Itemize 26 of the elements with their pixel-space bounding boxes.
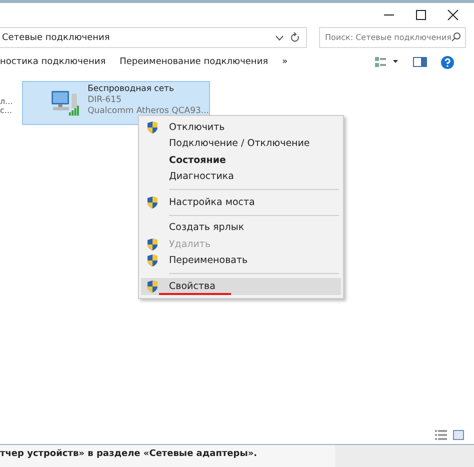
- menu-item[interactable]: Настройка моста: [141, 194, 341, 210]
- connection-label-fragment: л...: [0, 97, 14, 106]
- large-icons-view-icon[interactable]: [453, 430, 464, 440]
- search-icon: [451, 32, 461, 42]
- menu-item[interactable]: Переименовать: [141, 252, 341, 269]
- connection-label-fragment: с...: [0, 106, 14, 115]
- toolbar-command[interactable]: ностика подключения: [0, 57, 106, 67]
- menu-item[interactable]: Подключение / Отключение: [141, 136, 341, 152]
- toolbar-command[interactable]: Переименование подключения: [120, 57, 268, 67]
- adapter-name: Qualcomm Atheros QCA93...: [88, 106, 209, 116]
- preview-pane-icon[interactable]: [413, 57, 427, 67]
- address-field[interactable]: Сетевые подключения: [0, 27, 307, 48]
- view-options-icon[interactable]: [375, 57, 399, 67]
- chevron-down-icon[interactable]: [275, 34, 284, 40]
- network-name: DIR-615: [88, 94, 122, 106]
- connection-name: Беспроводная сеть: [88, 84, 176, 94]
- menu-item[interactable]: Создать ярлык: [141, 220, 341, 236]
- refresh-icon[interactable]: [290, 32, 300, 43]
- search-field[interactable]: Поиск: Сетевые подключения: [319, 27, 466, 48]
- help-icon[interactable]: [441, 56, 454, 68]
- details-view-icon[interactable]: [435, 430, 447, 440]
- menu-item[interactable]: Свойства: [141, 278, 341, 294]
- menu-item[interactable]: Диагностика: [141, 168, 341, 185]
- caption-text: тчер устройств» в разделе «Сетевые адаптеры».: [0, 448, 258, 461]
- more-commands[interactable]: »: [282, 57, 288, 67]
- menu-item[interactable]: Состояние: [141, 152, 341, 168]
